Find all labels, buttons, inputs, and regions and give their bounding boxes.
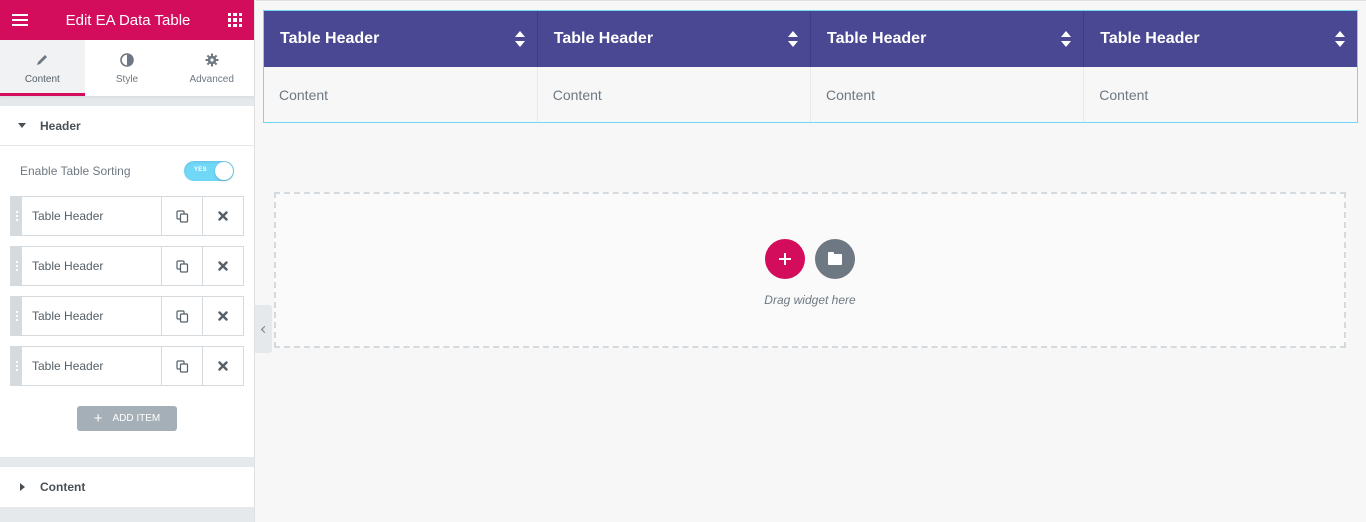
table-cell: Content xyxy=(264,67,538,122)
plus-icon xyxy=(779,253,791,265)
widget-drop-zone[interactable]: Drag widget here xyxy=(274,192,1346,348)
controls-panel: Header Enable Table Sorting YES Table He… xyxy=(0,106,254,517)
table-header-row: Table Header Table Header Table Header T… xyxy=(264,11,1357,67)
close-icon xyxy=(218,261,228,271)
duplicate-button[interactable] xyxy=(161,197,202,235)
section-divider xyxy=(0,507,254,517)
section-header-toggle[interactable]: Header xyxy=(0,106,254,146)
menu-icon[interactable] xyxy=(12,14,28,26)
folder-icon xyxy=(828,251,842,265)
section-content-toggle[interactable]: Content xyxy=(0,467,254,507)
drag-handle-icon[interactable] xyxy=(11,347,22,385)
close-icon xyxy=(218,361,228,371)
tab-content-label: Content xyxy=(24,73,60,85)
sort-icon[interactable] xyxy=(1335,31,1345,47)
table-header-text: Table Header xyxy=(1100,30,1200,47)
table-header-text: Table Header xyxy=(827,30,927,47)
table-header-text: Table Header xyxy=(280,30,380,47)
enable-sorting-toggle[interactable]: YES xyxy=(184,161,234,181)
tab-style-label: Style xyxy=(115,73,139,85)
drop-zone-buttons xyxy=(765,239,855,279)
toggle-state-label: YES xyxy=(194,167,207,173)
contrast-icon xyxy=(120,52,134,68)
section-content-title: Content xyxy=(40,480,86,494)
tab-advanced[interactable]: Advanced xyxy=(169,40,254,96)
table-cell: Content xyxy=(1083,67,1357,122)
drag-handle-icon[interactable] xyxy=(11,247,22,285)
close-icon xyxy=(218,211,228,221)
drag-handle-icon[interactable] xyxy=(11,197,22,235)
caret-right-icon xyxy=(20,483,25,491)
repeater-item: Table Header xyxy=(10,196,244,236)
table-header-cell[interactable]: Table Header xyxy=(1083,11,1357,67)
gear-icon xyxy=(205,52,219,68)
panel-tabs: Content Style Advanced xyxy=(0,40,254,96)
table-header-cell[interactable]: Table Header xyxy=(537,11,812,67)
repeater-item-title[interactable]: Table Header xyxy=(22,197,161,235)
table-header-text: Table Header xyxy=(553,30,654,47)
data-table-widget[interactable]: Table Header Table Header Table Header T… xyxy=(263,10,1358,123)
table-cell: Content xyxy=(537,67,812,122)
panel-header: Edit EA Data Table xyxy=(0,0,254,40)
duplicate-button[interactable] xyxy=(161,247,202,285)
enable-sorting-label: Enable Table Sorting xyxy=(20,164,131,178)
tab-advanced-label: Advanced xyxy=(189,73,234,85)
repeater-item-title[interactable]: Table Header xyxy=(22,247,161,285)
data-table: Table Header Table Header Table Header T… xyxy=(264,11,1357,122)
remove-button[interactable] xyxy=(202,197,243,235)
collapse-panel-button[interactable] xyxy=(255,305,272,353)
section-divider xyxy=(0,457,254,467)
duplicate-button[interactable] xyxy=(161,347,202,385)
enable-sorting-control: Enable Table Sorting YES xyxy=(0,146,254,196)
tab-style[interactable]: Style xyxy=(85,40,170,96)
table-cell: Content xyxy=(810,67,1085,122)
add-template-button[interactable] xyxy=(815,239,855,279)
sort-icon[interactable] xyxy=(1061,31,1072,47)
repeater-item: Table Header xyxy=(10,346,244,386)
repeater-item: Table Header xyxy=(10,296,244,336)
copy-icon xyxy=(175,259,188,273)
section-header-title: Header xyxy=(40,118,81,133)
remove-button[interactable] xyxy=(202,297,243,335)
canvas-top-edge xyxy=(256,0,1366,1)
toggle-knob xyxy=(215,162,233,180)
header-repeater: Table Header Table Header Table Header T… xyxy=(0,196,254,386)
repeater-item-title[interactable]: Table Header xyxy=(22,347,161,385)
add-item-button[interactable]: + ADD ITEM xyxy=(77,406,177,431)
close-icon xyxy=(218,311,228,321)
table-header-cell[interactable]: Table Header xyxy=(810,11,1085,67)
remove-button[interactable] xyxy=(202,347,243,385)
add-item-label: ADD ITEM xyxy=(112,413,161,424)
copy-icon xyxy=(175,209,188,223)
tab-content[interactable]: Content xyxy=(0,40,85,96)
drop-zone-text: Drag widget here xyxy=(764,293,856,307)
chevron-left-icon xyxy=(260,325,269,333)
table-row: Content Content Content Content xyxy=(264,67,1357,122)
duplicate-button[interactable] xyxy=(161,297,202,335)
add-item-wrapper: + ADD ITEM xyxy=(0,396,254,457)
copy-icon xyxy=(175,309,188,323)
remove-button[interactable] xyxy=(202,247,243,285)
caret-down-icon xyxy=(18,123,26,128)
repeater-item: Table Header xyxy=(10,246,244,286)
copy-icon xyxy=(175,359,188,373)
sort-icon[interactable] xyxy=(514,31,525,47)
panel-title: Edit EA Data Table xyxy=(65,11,191,29)
widgets-grid-icon[interactable] xyxy=(228,13,242,27)
add-section-button[interactable] xyxy=(765,239,805,279)
table-header-cell[interactable]: Table Header xyxy=(264,11,538,67)
plus-icon: + xyxy=(93,410,103,427)
sort-icon[interactable] xyxy=(788,31,798,47)
editor-panel: Edit EA Data Table Content Style Advance… xyxy=(0,0,255,522)
pencil-icon xyxy=(35,52,49,68)
repeater-item-title[interactable]: Table Header xyxy=(22,297,161,335)
drag-handle-icon[interactable] xyxy=(11,297,22,335)
